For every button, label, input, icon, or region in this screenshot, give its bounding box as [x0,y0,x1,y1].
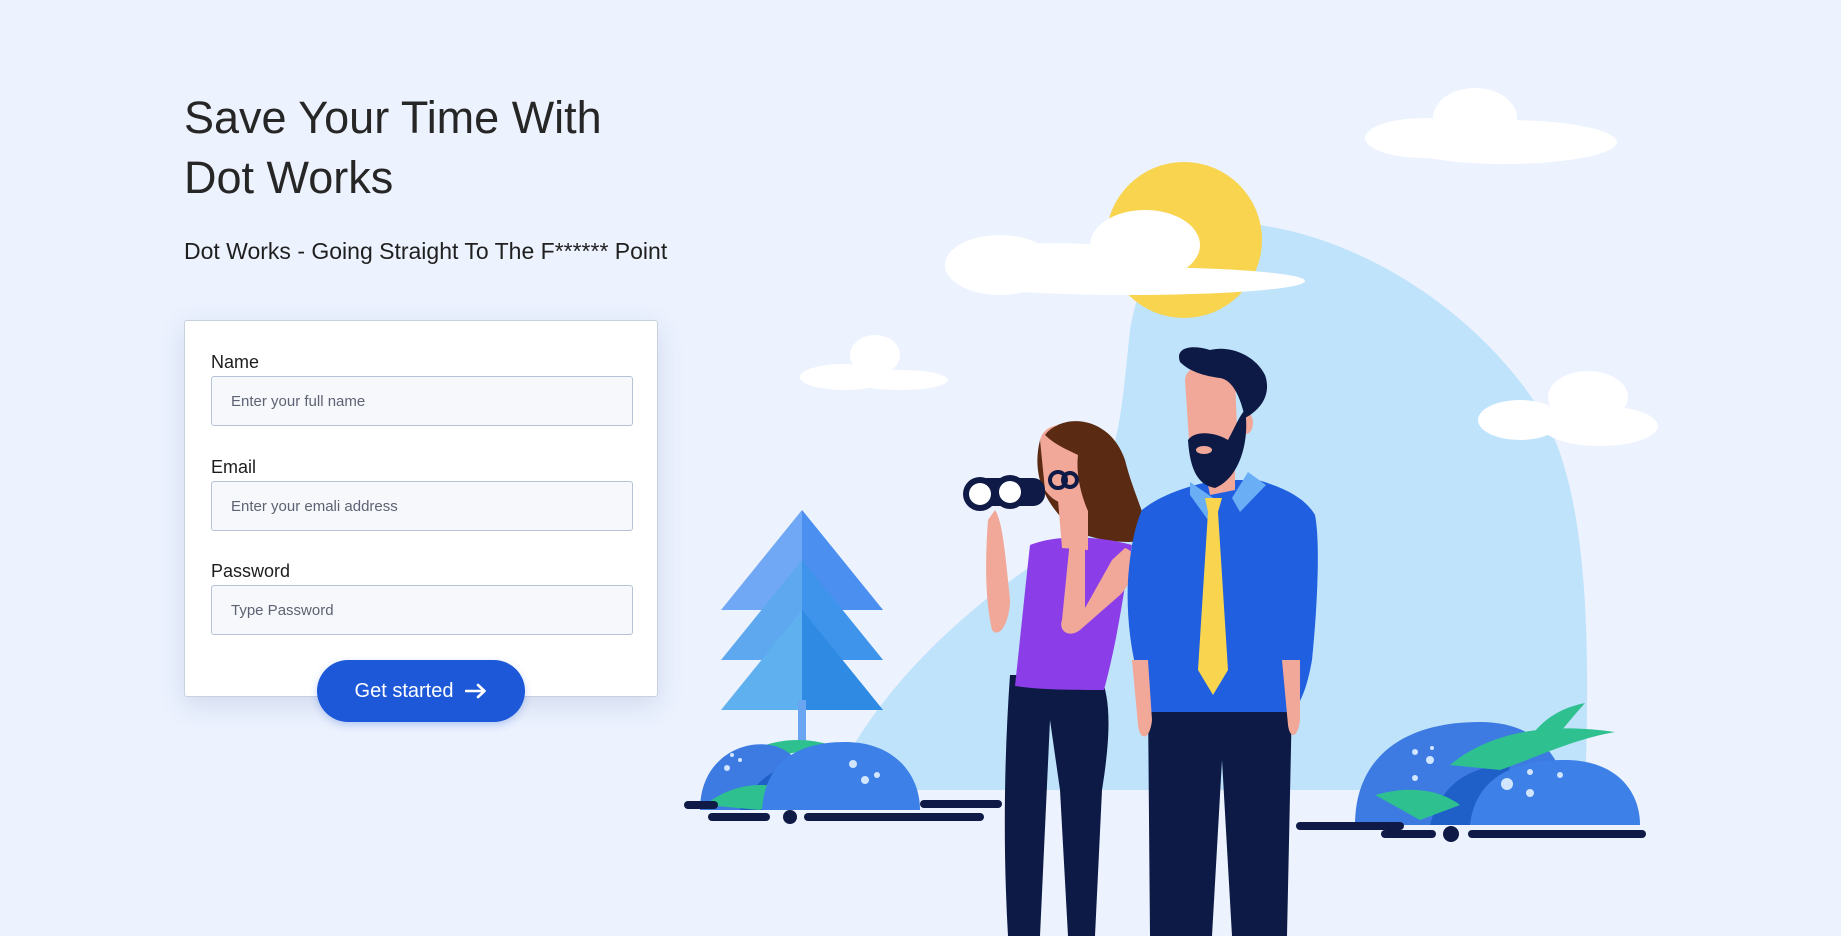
tree-shape [721,510,883,760]
ground-lines-shape [1296,822,1646,842]
cloud-shape [800,335,948,390]
cloud-shape [1365,88,1617,164]
hero-illustration [684,88,1658,936]
landing-page: Save Your Time With Dot Works Dot Works … [0,0,1841,936]
